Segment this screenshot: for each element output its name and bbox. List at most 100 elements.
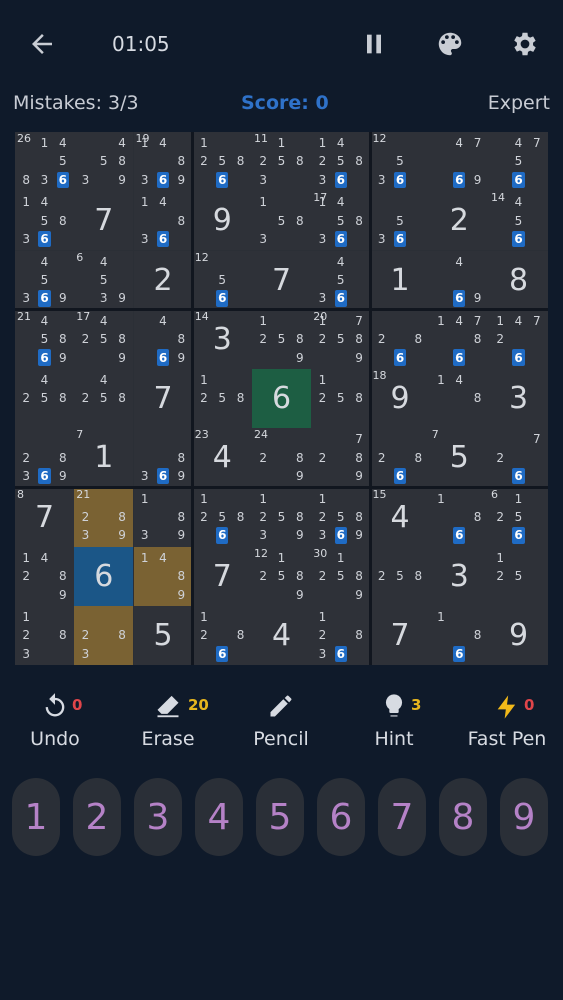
- board-cell[interactable]: 21 2 8 3 9: [74, 487, 134, 547]
- fast-pen-button[interactable]: 0 Fast Pen: [452, 690, 562, 756]
- board-cell[interactable]: 1839: [133, 487, 193, 547]
- board-cell[interactable]: 17 4 2 5 8 9: [74, 309, 134, 369]
- board-cell[interactable]: 4258: [74, 369, 134, 428]
- undo-button[interactable]: 0 Undo: [0, 690, 110, 756]
- board-cell[interactable]: 1 86: [429, 487, 489, 547]
- board-cell[interactable]: 64539: [74, 250, 134, 310]
- board-cell[interactable]: 258: [370, 546, 430, 606]
- board-cell[interactable]: 20 1 7 2 5 8 9: [311, 309, 371, 369]
- number-key-8[interactable]: 8: [439, 778, 487, 856]
- pause-button[interactable]: [356, 26, 392, 62]
- board-cell[interactable]: 2 86: [370, 428, 430, 488]
- board-cell[interactable]: 30 1 2 5 8 9: [311, 546, 371, 606]
- board-cell[interactable]: 7: [133, 369, 193, 428]
- board-cell[interactable]: 15 4: [370, 487, 430, 547]
- board-cell[interactable]: 18 9: [370, 369, 430, 428]
- board-cell[interactable]: 1 86: [429, 606, 489, 665]
- board-cell[interactable]: 75: [429, 428, 489, 488]
- board-cell[interactable]: 7: [370, 606, 430, 665]
- board-cell[interactable]: 17 1 4 5 8 3 6: [311, 191, 371, 251]
- board-cell[interactable]: 23 4: [192, 428, 252, 488]
- board-cell[interactable]: 4 69: [429, 250, 489, 310]
- board-cell[interactable]: 1 2586: [192, 132, 252, 191]
- board-cell[interactable]: 26 1 4 5 8 3 6: [15, 132, 74, 191]
- board-cell[interactable]: 1 2 86: [192, 606, 252, 665]
- board-cell[interactable]: 14 4 5 6: [489, 191, 548, 251]
- board-cell[interactable]: 7: [74, 191, 134, 251]
- board-cell[interactable]: 2 86: [370, 309, 430, 369]
- board-cell[interactable]: 24 2 8 9: [252, 428, 311, 488]
- board-cell[interactable]: 2 8 369: [15, 428, 74, 488]
- board-cell[interactable]: 71: [74, 428, 134, 488]
- board-cell[interactable]: 12 1 2 5 8 9: [252, 546, 311, 606]
- board-cell[interactable]: 11 1 2 5 8 3: [252, 132, 311, 191]
- board-cell[interactable]: 148 9: [133, 546, 193, 606]
- back-button[interactable]: [24, 26, 60, 62]
- board-cell[interactable]: 1 2 8 36: [311, 606, 371, 665]
- theme-button[interactable]: [432, 26, 468, 62]
- hint-button[interactable]: 3 Hint: [339, 690, 449, 756]
- number-key-3[interactable]: 3: [134, 778, 182, 856]
- board-cell[interactable]: 47 69: [429, 132, 489, 191]
- board-cell[interactable]: 1 9 1 4 8 3 6 9: [133, 132, 193, 191]
- board-cell[interactable]: 6125 6: [489, 487, 548, 547]
- board-cell[interactable]: 7 26: [489, 428, 548, 488]
- board-cell[interactable]: 4: [252, 606, 311, 665]
- board-cell[interactable]: 12 5 3 6: [370, 132, 430, 191]
- board-cell[interactable]: 9: [192, 191, 252, 251]
- board-cell[interactable]: 7: [192, 546, 252, 606]
- board-cell[interactable]: 536: [370, 191, 430, 251]
- number-key-4[interactable]: 4: [195, 778, 243, 856]
- board-cell[interactable]: 2: [429, 191, 489, 251]
- board-cell[interactable]: 9: [489, 606, 548, 665]
- pencil-mark: 9: [177, 172, 186, 187]
- board-cell[interactable]: 4 536: [311, 250, 371, 310]
- board-cell[interactable]: 458 3 9: [74, 132, 134, 191]
- board-cell[interactable]: 14 3: [192, 309, 252, 369]
- board-cell[interactable]: 7 2 8 9: [311, 428, 371, 488]
- board-cell[interactable]: 2 8 3: [74, 606, 134, 665]
- board-cell[interactable]: 142 8 9: [15, 546, 74, 606]
- board-cell[interactable]: 1 258 369: [311, 487, 371, 547]
- board-cell[interactable]: 5: [133, 606, 193, 665]
- board-cell[interactable]: 21 4 5 8 6 9: [15, 309, 74, 369]
- board-cell[interactable]: 4 5369: [15, 250, 74, 310]
- board-cell[interactable]: 1 258: [311, 369, 371, 428]
- settings-button[interactable]: [507, 26, 543, 62]
- board-cell[interactable]: 7: [252, 250, 311, 310]
- board-cell[interactable]: 1 258 9: [252, 309, 311, 369]
- board-cell[interactable]: 1 2586: [192, 487, 252, 547]
- board-cell[interactable]: 8: [489, 250, 548, 310]
- board-cell[interactable]: 14258 36: [311, 132, 371, 191]
- board-cell[interactable]: 148 36: [133, 191, 193, 251]
- board-cell[interactable]: 148: [429, 369, 489, 428]
- erase-button[interactable]: 20 Erase: [113, 690, 223, 756]
- board-cell[interactable]: 1 2 8 3: [15, 606, 74, 665]
- board-cell[interactable]: 1583: [252, 191, 311, 251]
- board-cell[interactable]: 6: [252, 369, 311, 428]
- number-key-1[interactable]: 1: [12, 778, 60, 856]
- board-cell[interactable]: 147 26: [489, 309, 548, 369]
- number-key-2[interactable]: 2: [73, 778, 121, 856]
- board-cell[interactable]: 4869: [133, 309, 193, 369]
- board-cell[interactable]: 1 258: [192, 369, 252, 428]
- board-cell[interactable]: 4258: [15, 369, 74, 428]
- pencil-button[interactable]: Pencil: [226, 690, 336, 756]
- board-cell[interactable]: 12 5 6: [192, 250, 252, 310]
- board-cell[interactable]: 1 258 3 9: [252, 487, 311, 547]
- board-cell[interactable]: 475 6: [489, 132, 548, 191]
- number-key-9[interactable]: 9: [500, 778, 548, 856]
- number-key-5[interactable]: 5: [256, 778, 304, 856]
- board-cell[interactable]: 3: [489, 369, 548, 428]
- board-cell[interactable]: 147 86: [429, 309, 489, 369]
- board-cell[interactable]: 3: [429, 546, 489, 606]
- number-key-6[interactable]: 6: [317, 778, 365, 856]
- board-cell[interactable]: 14 58 36: [15, 191, 74, 251]
- board-cell[interactable]: 1 25: [489, 546, 548, 606]
- board-cell[interactable]: 87: [15, 487, 74, 547]
- board-cell[interactable]: 1: [370, 250, 430, 310]
- board-cell[interactable]: 2: [133, 250, 193, 310]
- board-cell[interactable]: 6: [74, 546, 134, 606]
- number-key-7[interactable]: 7: [378, 778, 426, 856]
- board-cell[interactable]: 8 369: [133, 428, 193, 488]
